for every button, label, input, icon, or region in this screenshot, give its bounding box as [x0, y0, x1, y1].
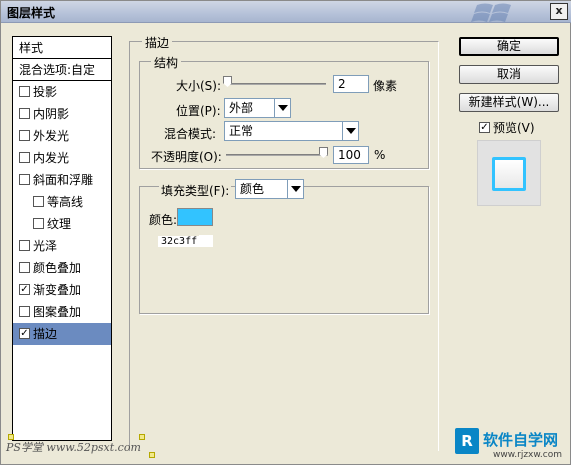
style-item[interactable]: 纹理	[13, 213, 111, 235]
blend-options-item[interactable]: 混合选项:自定	[13, 59, 111, 81]
style-item[interactable]: 内发光	[13, 147, 111, 169]
site-logo: R	[455, 428, 479, 454]
chevron-down-icon[interactable]	[274, 99, 290, 117]
fill-type-label: 填充类型(F):	[159, 182, 232, 199]
new-style-button[interactable]: 新建样式(W)...	[459, 93, 559, 112]
checkbox-icon[interactable]	[33, 218, 44, 229]
style-item-label: 内发光	[33, 151, 70, 165]
style-item[interactable]: 内阴影	[13, 103, 111, 125]
close-icon: x	[555, 4, 563, 17]
position-value: 外部	[229, 101, 254, 115]
style-item[interactable]: 光泽	[13, 235, 111, 257]
styles-items: 投影内阴影外发光内发光斜面和浮雕等高线纹理光泽颜色叠加渐变叠加图案叠加描边	[13, 81, 111, 345]
blend-mode-value: 正常	[229, 124, 254, 138]
size-label: 大小(S):	[176, 79, 222, 93]
preview-checkbox[interactable]: 预览(V)	[479, 119, 535, 136]
chevron-down-icon[interactable]	[287, 180, 303, 198]
blend-mode-label: 混合模式:	[164, 127, 217, 141]
ok-button[interactable]: 确定	[459, 37, 559, 56]
window-title: 图层样式	[7, 6, 56, 20]
color-label: 颜色:	[149, 213, 178, 227]
size-unit: 像素	[373, 79, 398, 93]
layer-style-dialog: 图层样式 x 样式 混合选项:自定 投影内阴影外发光内发光斜面和浮雕等高线纹理光…	[0, 0, 571, 465]
chevron-down-icon[interactable]	[342, 122, 358, 140]
opacity-label: 不透明度(O):	[151, 150, 222, 164]
position-select[interactable]: 外部	[224, 98, 291, 118]
size-input[interactable]: 2	[333, 75, 369, 93]
style-item-label: 内阴影	[33, 107, 70, 121]
style-item[interactable]: 描边	[13, 323, 111, 345]
site-brand: 软件自学网	[483, 431, 559, 449]
style-item[interactable]: 投影	[13, 81, 111, 103]
checkbox-icon[interactable]	[19, 306, 30, 317]
style-item-label: 纹理	[47, 217, 72, 231]
fill-type-select[interactable]: 颜色	[235, 179, 304, 199]
cancel-button[interactable]: 取消	[459, 65, 559, 84]
preview-stroke-sample	[492, 157, 526, 191]
preview-label: 预览(V)	[493, 121, 535, 135]
fill-group	[139, 186, 429, 314]
checkbox-icon[interactable]	[19, 262, 30, 273]
title-bar[interactable]: 图层样式 x	[1, 1, 571, 23]
style-item[interactable]: 等高线	[13, 191, 111, 213]
style-item[interactable]: 图案叠加	[13, 301, 111, 323]
checkbox-icon[interactable]	[479, 122, 490, 133]
position-label: 位置(P):	[176, 104, 221, 118]
style-item-label: 等高线	[47, 195, 84, 209]
watermark-left: PS学堂 www.52psxt.com	[6, 441, 141, 454]
opacity-slider-track[interactable]	[226, 154, 328, 156]
blend-mode-select[interactable]: 正常	[224, 121, 359, 141]
checkbox-icon[interactable]	[19, 108, 30, 119]
preview-thumbnail	[477, 140, 541, 206]
style-item[interactable]: 颜色叠加	[13, 257, 111, 279]
style-item-label: 图案叠加	[33, 305, 82, 319]
size-slider-track[interactable]	[226, 83, 326, 85]
style-item[interactable]: 斜面和浮雕	[13, 169, 111, 191]
checkbox-icon[interactable]	[19, 130, 30, 141]
stroke-section-title: 描边	[142, 34, 173, 51]
color-hex-value: 32c3ff	[158, 236, 201, 247]
site-url: www.rjzxw.com	[493, 450, 562, 460]
hex-swatch-blank	[199, 235, 213, 247]
style-item-label: 外发光	[33, 129, 70, 143]
styles-header[interactable]: 样式	[13, 37, 111, 59]
close-button[interactable]: x	[550, 3, 568, 20]
opacity-unit: %	[374, 148, 386, 162]
style-item-label: 投影	[33, 85, 58, 99]
style-item[interactable]: 外发光	[13, 125, 111, 147]
styles-list: 样式 混合选项:自定 投影内阴影外发光内发光斜面和浮雕等高线纹理光泽颜色叠加渐变…	[12, 36, 112, 441]
checkbox-icon[interactable]	[19, 328, 30, 339]
style-item-label: 颜色叠加	[33, 261, 82, 275]
structure-title: 结构	[151, 54, 182, 71]
corner-marker	[149, 452, 155, 458]
style-item[interactable]: 渐变叠加	[13, 279, 111, 301]
fill-type-value: 颜色	[240, 182, 265, 196]
style-item-label: 渐变叠加	[33, 283, 82, 297]
windows-logo-icon	[471, 3, 511, 22]
checkbox-icon[interactable]	[19, 152, 30, 163]
style-item-label: 描边	[33, 327, 58, 341]
style-item-label: 光泽	[33, 239, 58, 253]
checkbox-icon[interactable]	[33, 196, 44, 207]
style-item-label: 斜面和浮雕	[33, 173, 94, 187]
checkbox-icon[interactable]	[19, 284, 30, 295]
opacity-input[interactable]: 100	[333, 146, 369, 164]
checkbox-icon[interactable]	[19, 174, 30, 185]
watermark-right: R 软件自学网 www.rjzxw.com	[455, 428, 570, 464]
color-swatch[interactable]	[177, 208, 213, 226]
checkbox-icon[interactable]	[19, 240, 30, 251]
checkbox-icon[interactable]	[19, 86, 30, 97]
